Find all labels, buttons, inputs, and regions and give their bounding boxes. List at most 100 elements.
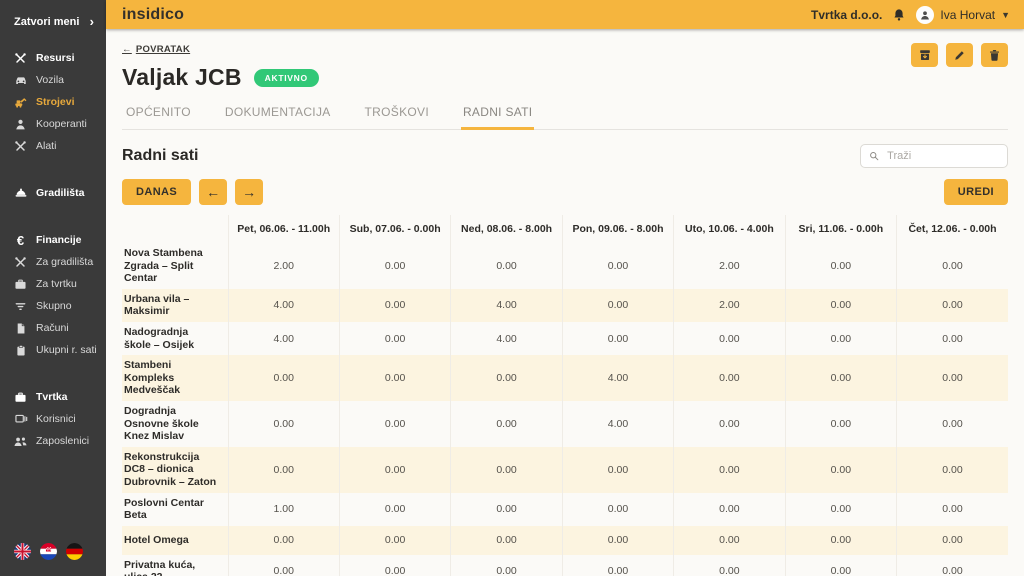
hours-cell: 0.00 — [674, 355, 785, 401]
tools-icon — [13, 140, 28, 153]
sidebar-item-label: Za tvrtku — [36, 278, 77, 290]
user-name: Iva Horvat — [940, 8, 995, 22]
hours-cell: 0.00 — [562, 526, 673, 555]
monitor-icon — [13, 413, 28, 426]
delete-button[interactable] — [981, 43, 1008, 67]
hours-cell: 4.00 — [562, 401, 673, 447]
sidebar-item-tvrtka[interactable]: Tvrtka — [0, 386, 106, 408]
status-badge: AKTIVNO — [254, 69, 319, 87]
search-box[interactable] — [860, 144, 1008, 168]
sidebar-item-label: Kooperanti — [36, 118, 87, 130]
hours-cell: 0.00 — [674, 493, 785, 526]
sidebar-item-alati[interactable]: Alati — [0, 135, 106, 157]
sidebar-item-kooperanti[interactable]: Kooperanti — [0, 113, 106, 135]
archive-button[interactable] — [911, 43, 938, 67]
search-icon — [869, 150, 879, 162]
sidebar-item-strojevi[interactable]: Strojevi — [0, 91, 106, 113]
table-row: Stambeni Kompleks Medveščak0.000.000.004… — [122, 355, 1008, 401]
site-name: Poslovni Centar Beta — [122, 493, 228, 526]
hours-cell: 1.00 — [228, 493, 339, 526]
sidebar-item-label: Financije — [36, 234, 82, 246]
briefcase-icon — [13, 391, 28, 404]
language-croatian-flag[interactable] — [40, 543, 57, 560]
prev-week-button[interactable]: ← — [199, 179, 227, 205]
sidebar-item-label: Zaposlenici — [36, 435, 89, 447]
sidebar-toggle[interactable]: Zatvori meni › — [0, 12, 106, 31]
topbar-right: Tvrtka d.o.o. Iva Horvat ▼ — [811, 6, 1010, 24]
user-menu[interactable]: Iva Horvat ▼ — [916, 6, 1010, 24]
worklog-header: Radni sati — [122, 144, 1008, 168]
hours-cell: 0.00 — [897, 322, 1008, 355]
hours-cell: 0.00 — [785, 447, 896, 493]
site-name: Urbana vila – Maksimir — [122, 289, 228, 322]
table-row: Urbana vila – Maksimir4.000.004.000.002.… — [122, 289, 1008, 322]
sidebar-item-zaposlenici[interactable]: Zaposlenici — [0, 430, 106, 452]
hours-cell: 0.00 — [785, 322, 896, 355]
sidebar-item-korisnici[interactable]: Korisnici — [0, 408, 106, 430]
sidebar-item-skupno[interactable]: Skupno — [0, 295, 106, 317]
hours-cell: 0.00 — [562, 555, 673, 576]
edit-button[interactable] — [946, 43, 973, 67]
tab-radni-sati[interactable]: RADNI SATI — [461, 102, 534, 130]
hours-cell: 4.00 — [562, 355, 673, 401]
language-english-flag[interactable] — [14, 543, 31, 560]
sidebar-item-label: Tvrtka — [36, 391, 68, 403]
table-row: Nova Stambena Zgrada – Split Centar2.000… — [122, 243, 1008, 289]
hours-cell: 0.00 — [674, 447, 785, 493]
hours-cell: 0.00 — [451, 526, 562, 555]
table-corner-cell — [122, 215, 228, 243]
table-header-row: Pet, 06.06. - 11.00hSub, 07.06. - 0.00hN… — [122, 215, 1008, 243]
car-icon — [13, 73, 28, 87]
site-name: Dogradnja Osnovne škole Knez Mislav — [122, 401, 228, 447]
site-name: Hotel Omega — [122, 526, 228, 555]
hours-cell: 0.00 — [339, 355, 450, 401]
sidebar-item-label: Računi — [36, 322, 69, 334]
sidebar-item-label: Resursi — [36, 52, 75, 64]
hours-cell: 0.00 — [897, 355, 1008, 401]
site-name: Privatna kuća, ulica 22 — [122, 555, 228, 576]
hours-cell: 0.00 — [785, 289, 896, 322]
hours-cell: 4.00 — [228, 322, 339, 355]
sidebar-item-za-tvrtku[interactable]: Za tvrtku — [0, 273, 106, 295]
hours-cell: 2.00 — [674, 243, 785, 289]
trash-icon — [988, 49, 1001, 62]
uk-flag-icon — [14, 543, 31, 560]
user-avatar-icon — [916, 6, 934, 24]
day-column-header: Sub, 07.06. - 0.00h — [339, 215, 450, 243]
arrow-left-icon: ← — [206, 184, 220, 200]
back-link[interactable]: ← POVRATAK — [122, 44, 190, 55]
language-german-flag[interactable] — [66, 543, 83, 560]
day-column-header: Uto, 10.06. - 4.00h — [674, 215, 785, 243]
euro-icon: € — [13, 234, 28, 247]
hours-cell: 0.00 — [897, 493, 1008, 526]
archive-icon — [918, 48, 932, 62]
hours-cell: 0.00 — [562, 493, 673, 526]
excavator-icon — [13, 95, 28, 109]
sidebar-item-financije[interactable]: € Financije — [0, 229, 106, 251]
hours-cell: 0.00 — [451, 555, 562, 576]
search-input[interactable] — [885, 149, 999, 163]
chevron-right-icon: › — [90, 14, 94, 29]
filter-icon — [13, 300, 28, 313]
hours-cell: 0.00 — [228, 447, 339, 493]
hours-cell: 0.00 — [674, 526, 785, 555]
hours-cell: 0.00 — [562, 322, 673, 355]
sidebar-item-ukupni-r-sati[interactable]: Ukupni r. sati — [0, 339, 106, 361]
tab-dokumentacija[interactable]: DOKUMENTACIJA — [223, 102, 333, 130]
sidebar-item-ra-uni[interactable]: Računi — [0, 317, 106, 339]
tab-op-enito[interactable]: OPĆENITO — [124, 102, 193, 130]
sidebar-toggle-label: Zatvori meni — [14, 16, 79, 28]
sidebar-item-gradili-ta[interactable]: Gradilišta — [0, 182, 106, 204]
today-button[interactable]: DANAS — [122, 179, 191, 205]
sidebar-item-vozila[interactable]: Vozila — [0, 69, 106, 91]
sidebar-item-resursi[interactable]: Resursi — [0, 47, 106, 69]
site-name: Rekonstrukcija DC8 – dionica Dubrovnik –… — [122, 447, 228, 493]
notifications-bell-icon[interactable] — [892, 8, 906, 22]
next-week-button[interactable]: → — [235, 179, 263, 205]
edit-hours-button[interactable]: UREDI — [944, 179, 1008, 205]
hours-cell: 0.00 — [228, 401, 339, 447]
tab-tro-kovi[interactable]: TROŠKOVI — [363, 102, 431, 130]
hours-cell: 0.00 — [228, 555, 339, 576]
sidebar-item-za-gradili-ta[interactable]: Za gradilišta — [0, 251, 106, 273]
day-column-header: Ned, 08.06. - 8.00h — [451, 215, 562, 243]
